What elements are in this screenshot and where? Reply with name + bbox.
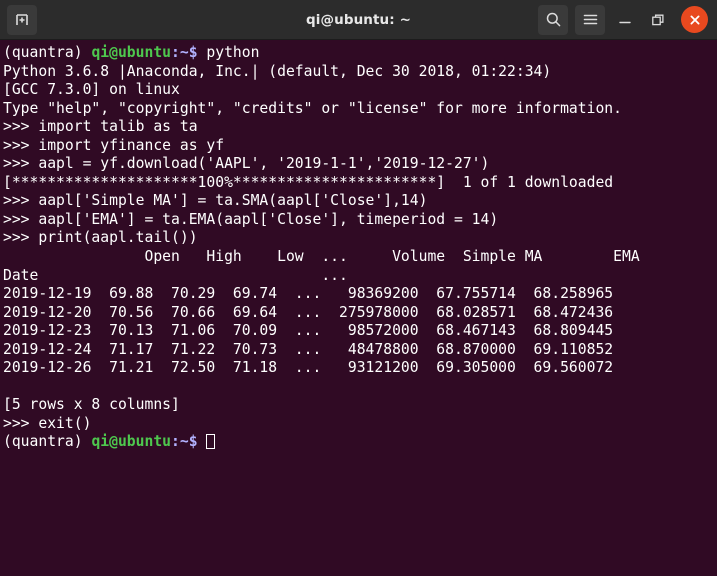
minimize-icon (619, 21, 631, 23)
search-button[interactable] (538, 4, 568, 35)
terminal-output-area[interactable]: (quantra) qi@ubuntu:~$ python Python 3.6… (0, 40, 717, 576)
terminal-line-exit: >>> exit() (3, 414, 92, 432)
restore-window-icon (652, 14, 664, 25)
terminal-line-ema-call: >>> aapl['EMA'] = ta.EMA(aapl['Close'], … (3, 210, 499, 228)
table-row: 2019-12-20 70.56 70.66 69.64 ... 2759780… (3, 303, 614, 321)
terminal-line-print-call: >>> print(aapl.tail()) (3, 229, 198, 247)
new-tab-button[interactable] (7, 4, 37, 35)
window-controls (538, 4, 710, 35)
env-prefix: (quantra) (3, 44, 83, 61)
env-prefix: (quantra) (3, 433, 83, 451)
table-row: 2019-12-23 70.13 71.06 70.09 ... 9857200… (3, 322, 614, 340)
table-header-row: Open High Low ... Volume Simple MA EMA (3, 248, 640, 266)
typed-command-python: python (197, 44, 260, 61)
terminal-line-prompt-python: (quantra) qi@ubuntu:~$ python (3, 44, 715, 63)
table-row: 2019-12-24 71.17 71.22 70.73 ... 4847880… (3, 340, 614, 358)
prompt-path: :~$ (171, 44, 198, 61)
table-row: 2019-12-26 71.21 72.50 71.18 ... 9312120… (3, 359, 614, 377)
prompt-user-host: qi@ubuntu (91, 44, 172, 61)
close-icon (690, 15, 700, 25)
prompt-path: :~$ (171, 433, 198, 451)
terminal-line-sma-call: >>> aapl['Simple MA'] = ta.SMA(aapl['Clo… (3, 192, 428, 210)
minimize-button[interactable] (612, 7, 638, 33)
table-shape-note: [5 rows x 8 columns] (3, 396, 180, 414)
terminal-line-download-call: >>> aapl = yf.download('AAPL', '2019-1-1… (3, 155, 490, 173)
terminal-line-gcc: [GCC 7.3.0] on linux (3, 81, 180, 99)
terminal-line-import-talib: >>> import talib as ta (3, 118, 198, 136)
search-icon (546, 12, 560, 27)
hamburger-menu-icon (583, 14, 597, 25)
menu-button[interactable] (575, 4, 605, 35)
table-row: 2019-12-19 69.88 70.29 69.74 ... 9836920… (3, 285, 614, 303)
terminal-line-import-yfinance: >>> import yfinance as yf (3, 136, 225, 154)
table-index-label-row: Date ... (3, 266, 348, 284)
new-tab-icon (16, 13, 28, 25)
terminal-line-python-version: Python 3.6.8 |Anaconda, Inc.| (default, … (3, 62, 552, 80)
terminal-line-final-prompt: (quantra) qi@ubuntu:~$ (3, 433, 715, 452)
text-cursor (206, 434, 215, 450)
maximize-button[interactable] (645, 7, 671, 33)
close-button[interactable] (681, 6, 708, 33)
terminal-line-progress-bar: [*********************100%**************… (3, 173, 614, 191)
terminal-window: qi@ubuntu: ~ (quantra) qi@ubuntu:~$ pyth… (0, 0, 717, 576)
prompt-user-host: qi@ubuntu (91, 433, 172, 451)
title-bar: qi@ubuntu: ~ (0, 0, 717, 40)
terminal-line-help-hint: Type "help", "copyright", "credits" or "… (3, 99, 622, 117)
